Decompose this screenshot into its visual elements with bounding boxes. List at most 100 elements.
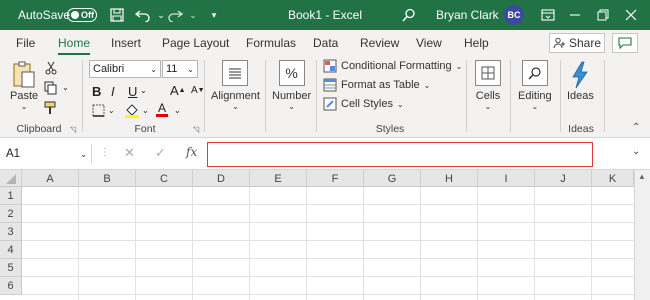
chevron-down-icon: ⌄	[288, 102, 295, 111]
fill-color-dropdown-icon[interactable]: ⌄	[142, 106, 149, 115]
save-icon[interactable]	[108, 0, 126, 30]
font-launcher-icon[interactable]: ◹	[193, 125, 199, 134]
column-header-f[interactable]: F	[307, 170, 364, 187]
font-size-select[interactable]: 11 ⌄	[162, 60, 198, 78]
paste-button[interactable]: Paste ⌄	[10, 60, 38, 111]
close-icon[interactable]	[622, 0, 640, 30]
tab-formulas[interactable]: Formulas	[246, 30, 296, 56]
column-header-e[interactable]: E	[250, 170, 307, 187]
ideas-button[interactable]: Ideas	[567, 60, 594, 102]
undo-icon[interactable]	[134, 0, 152, 30]
magnifier-icon	[521, 60, 548, 86]
italic-button[interactable]: I	[111, 84, 115, 99]
copy-dropdown-icon[interactable]: ⌄	[62, 83, 69, 92]
autosave-label: AutoSave	[18, 8, 71, 22]
tab-data[interactable]: Data	[313, 30, 338, 56]
search-icon[interactable]	[400, 0, 418, 30]
select-all-corner[interactable]	[0, 170, 22, 187]
avatar[interactable]: BC	[504, 5, 524, 25]
minimize-icon[interactable]	[566, 0, 584, 30]
styles-group-label: Styles	[375, 123, 405, 135]
column-header-h[interactable]: H	[421, 170, 478, 187]
tab-view[interactable]: View	[416, 30, 442, 56]
chevron-down-icon: ⌄	[187, 64, 194, 74]
font-color-button[interactable]: A	[156, 102, 168, 117]
comments-button[interactable]	[612, 33, 638, 53]
increase-font-icon[interactable]: A ▲	[170, 83, 186, 98]
font-color-dropdown-icon[interactable]: ⌄	[174, 106, 181, 115]
number-format-button[interactable]: % Number ⌄	[272, 60, 311, 111]
tab-home[interactable]: Home	[58, 30, 91, 56]
underline-dropdown-icon[interactable]: ⌄	[140, 86, 147, 95]
alignment-label: Alignment	[211, 90, 260, 102]
ideas-label: Ideas	[567, 90, 594, 102]
font-name-value: Calibri	[93, 63, 125, 75]
copy-icon[interactable]	[44, 81, 58, 95]
cells-button[interactable]: Cells ⌄	[475, 60, 501, 111]
conditional-formatting-button[interactable]: Conditional Formatting ⌄	[323, 59, 462, 73]
decrease-font-icon[interactable]: A ▼	[191, 85, 205, 96]
fill-color-icon[interactable]	[124, 102, 140, 118]
column-header-c[interactable]: C	[136, 170, 193, 187]
restore-icon[interactable]	[594, 0, 612, 30]
expand-formula-bar-icon[interactable]: ⌄	[632, 146, 640, 157]
redo-icon[interactable]	[166, 0, 184, 30]
row-header-4[interactable]: 4	[0, 241, 22, 259]
borders-icon[interactable]	[92, 104, 105, 117]
row-header-5[interactable]: 5	[0, 259, 22, 277]
autosave-toggle[interactable]: Off	[67, 8, 97, 22]
tab-page-layout[interactable]: Page Layout	[162, 30, 229, 56]
clipboard-launcher-icon[interactable]: ◹	[70, 125, 76, 134]
font-name-select[interactable]: Calibri ⌄	[89, 60, 161, 78]
tab-review[interactable]: Review	[360, 30, 399, 56]
column-header-a[interactable]: A	[22, 170, 79, 187]
number-label: Number	[272, 90, 312, 102]
tab-insert[interactable]: Insert	[111, 30, 141, 56]
borders-dropdown-icon[interactable]: ⌄	[108, 106, 115, 115]
share-button[interactable]: Share	[549, 33, 605, 53]
collapse-ribbon-icon[interactable]: ⌃	[632, 122, 640, 133]
column-header-k[interactable]: K	[592, 170, 634, 187]
column-header-d[interactable]: D	[193, 170, 250, 187]
alignment-button[interactable]: Alignment ⌄	[211, 60, 260, 111]
redo-dropdown-icon[interactable]: ⌄	[184, 0, 202, 30]
column-header-j[interactable]: J	[535, 170, 592, 187]
cell-grid[interactable]	[22, 187, 634, 300]
scroll-up-icon[interactable]: ▲	[638, 172, 646, 181]
separator	[265, 60, 266, 132]
row-header-1[interactable]: 1	[0, 187, 22, 205]
chevron-down-icon: ⌄	[455, 61, 463, 71]
enter-icon[interactable]: ✓	[155, 145, 166, 161]
column-header-i[interactable]: I	[478, 170, 535, 187]
cell-styles-button[interactable]: Cell Styles ⌄	[323, 97, 404, 111]
formula-input[interactable]	[207, 142, 593, 167]
column-header-g[interactable]: G	[364, 170, 421, 187]
editing-button[interactable]: Editing ⌄	[518, 60, 552, 111]
customize-toolbar-icon[interactable]: ▾	[205, 0, 223, 30]
column-header-b[interactable]: B	[79, 170, 136, 187]
ribbon: Paste ⌄ ⌄ Clipboard ◹ Calibri ⌄ 11 ⌄ B I…	[0, 56, 650, 138]
cancel-icon[interactable]: ✕	[124, 145, 135, 161]
row-header-2[interactable]: 2	[0, 205, 22, 223]
cut-icon[interactable]	[44, 61, 58, 75]
underline-button[interactable]: U	[128, 84, 137, 99]
tab-file[interactable]: File	[16, 30, 35, 56]
row-header-3[interactable]: 3	[0, 223, 22, 241]
vertical-scrollbar[interactable]: ▲	[634, 170, 650, 300]
ribbon-display-options-icon[interactable]	[539, 0, 557, 30]
more-options-icon[interactable]: ⋮	[100, 147, 110, 158]
insert-function-icon[interactable]: fx	[186, 145, 197, 159]
separator	[466, 60, 467, 132]
user-name[interactable]: Bryan Clark	[436, 0, 499, 30]
name-box[interactable]: A1 ⌄	[2, 144, 92, 164]
cell-styles-icon	[323, 97, 337, 111]
row-header-6[interactable]: 6	[0, 277, 22, 295]
chevron-down-icon: ⌄	[396, 99, 404, 109]
format-as-table-button[interactable]: Format as Table ⌄	[323, 78, 430, 92]
tab-help[interactable]: Help	[464, 30, 489, 56]
share-icon	[553, 37, 565, 49]
bold-button[interactable]: B	[92, 84, 101, 99]
editing-label: Editing	[518, 90, 552, 102]
clipboard-icon	[13, 61, 35, 88]
format-painter-icon[interactable]	[44, 101, 58, 115]
